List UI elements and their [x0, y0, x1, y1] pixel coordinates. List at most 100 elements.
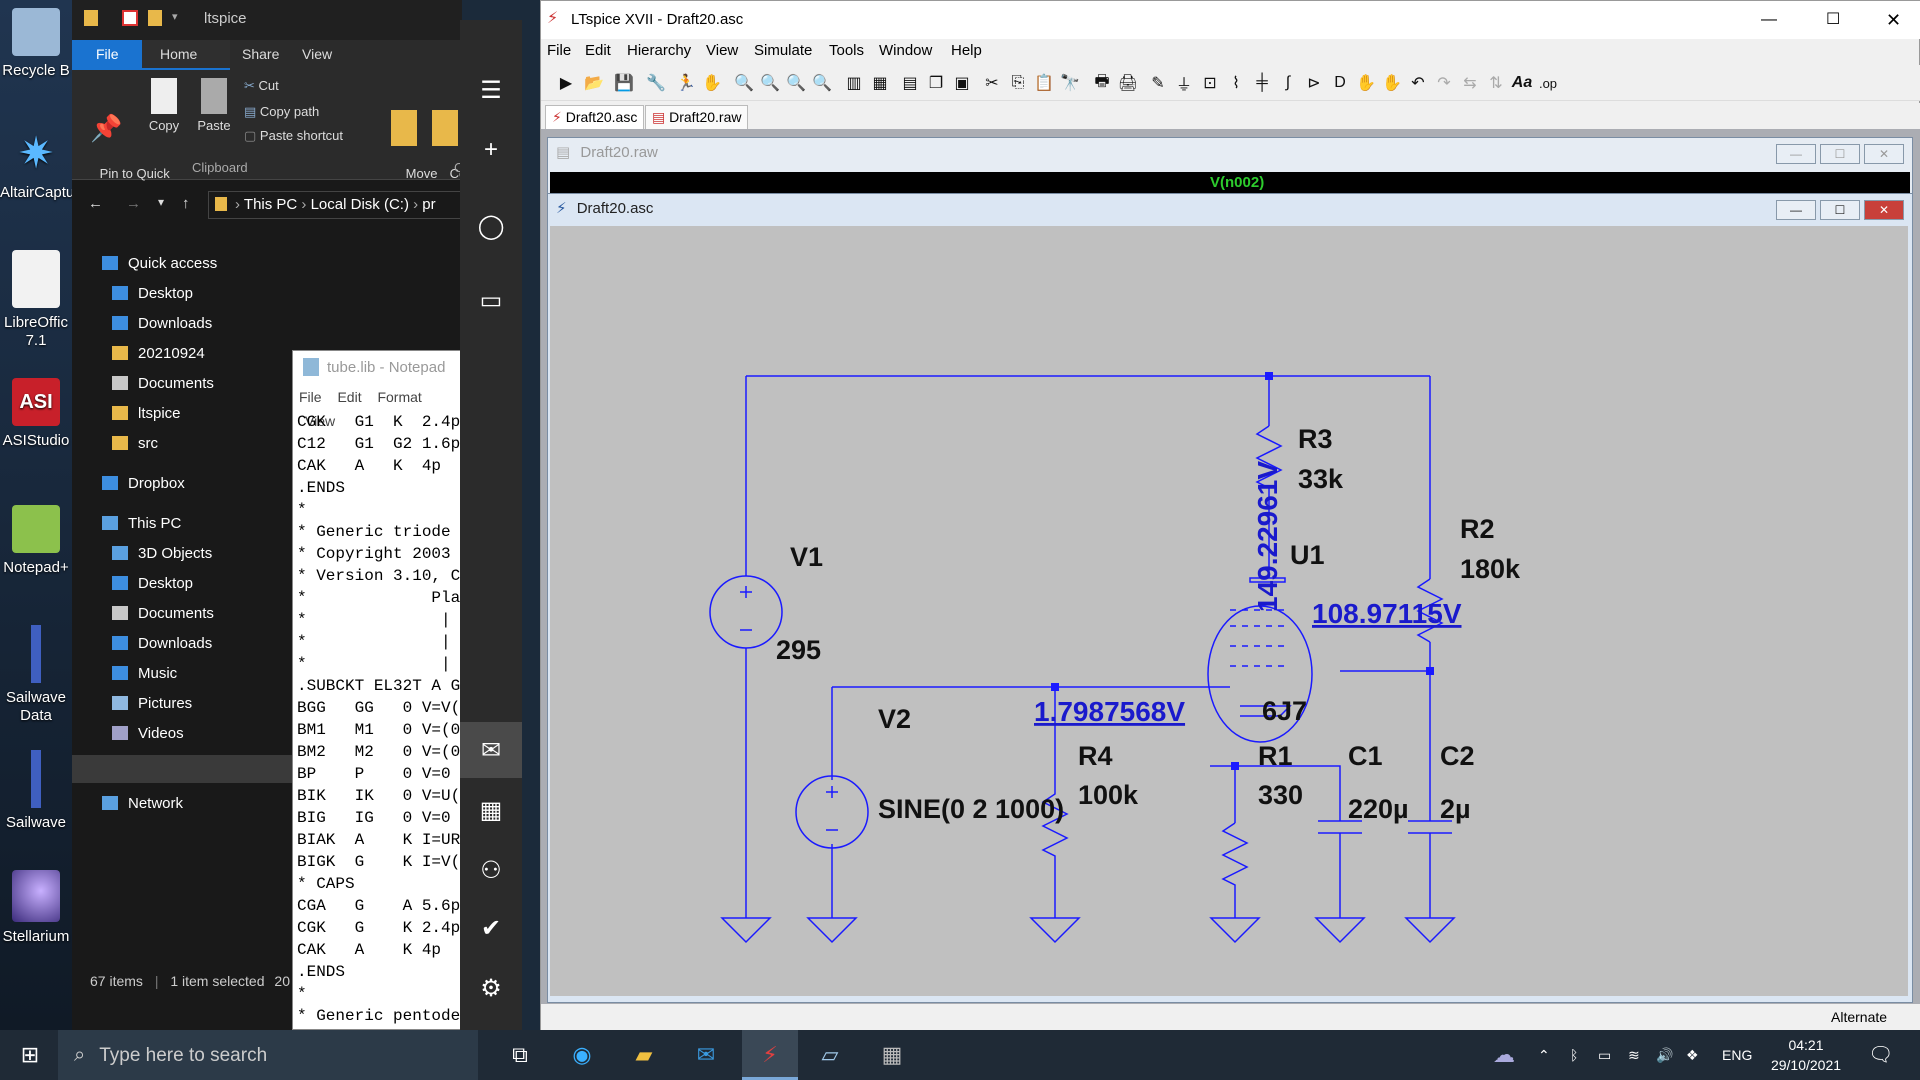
nav-item-downloads[interactable]: Downloads: [112, 310, 212, 338]
tab-share[interactable]: Share: [242, 46, 279, 62]
voltage-screen[interactable]: 108.97115V: [1312, 598, 1462, 629]
desktop-icon-notepad-plus[interactable]: Notepad+: [0, 505, 72, 577]
mail-icon[interactable]: ✉: [686, 1036, 726, 1074]
c1-value[interactable]: 220µ: [1348, 794, 1409, 824]
c1-name[interactable]: C1: [1348, 741, 1383, 771]
hamburger-menu-icon[interactable]: ☰: [460, 62, 522, 118]
menu-tools[interactable]: Tools: [829, 39, 864, 63]
zoom-in-icon[interactable]: 🔍: [731, 70, 757, 96]
find-icon[interactable]: 🔭: [1057, 70, 1083, 96]
desktop-icon-sailwave[interactable]: Sailwave: [0, 750, 72, 832]
desktop-icon-sailwave-data[interactable]: Sailwave Data: [0, 625, 72, 725]
minimize-icon[interactable]: —: [1761, 1, 1777, 39]
nav-item-src[interactable]: src: [112, 430, 158, 458]
menu-file[interactable]: File: [547, 39, 571, 63]
todo-check-icon[interactable]: ✔: [460, 900, 522, 956]
edge-browser-icon[interactable]: ◉: [562, 1036, 602, 1074]
cut-icon[interactable]: ✂: [979, 70, 1005, 96]
r4-value[interactable]: 100k: [1078, 780, 1139, 810]
v1-value[interactable]: 295: [776, 635, 821, 665]
r3-value[interactable]: 33k: [1298, 464, 1344, 494]
ground-icon[interactable]: ⏚: [1171, 70, 1197, 96]
redo-icon[interactable]: ↷: [1431, 70, 1457, 96]
menu-hierarchy[interactable]: Hierarchy: [627, 39, 691, 63]
autorange-icon[interactable]: ▥: [841, 70, 867, 96]
up-arrow-icon[interactable]: ↑: [182, 195, 190, 212]
desktop-icon-asistudio[interactable]: ASI ASIStudio: [0, 378, 72, 450]
clock[interactable]: 04:21 29/10/2021: [1766, 1030, 1846, 1080]
run-icon[interactable]: ▶: [553, 70, 579, 96]
r2-value[interactable]: 180k: [1460, 554, 1521, 584]
recent-locations-chevron-icon[interactable]: ▾: [158, 195, 164, 209]
breadcrumb-local-disk[interactable]: Local Disk (C:): [311, 196, 409, 213]
nav-item-dropbox[interactable]: Dropbox: [102, 470, 185, 498]
u1-value[interactable]: 6J7: [1262, 696, 1307, 726]
nav-item-3d-objects[interactable]: 3D Objects: [112, 540, 212, 568]
open-icon[interactable]: 📂: [581, 70, 607, 96]
notepad-icon[interactable]: ▱: [810, 1036, 850, 1074]
capacitor-icon[interactable]: ╪: [1249, 70, 1275, 96]
minimize-icon[interactable]: —: [1776, 144, 1816, 164]
close-icon[interactable]: ✕: [1886, 1, 1901, 39]
nav-item-pictures[interactable]: Pictures: [112, 690, 192, 718]
properties-icon[interactable]: [122, 10, 138, 26]
move-hand-icon[interactable]: ✋: [1353, 70, 1379, 96]
halt-icon[interactable]: 🏃: [673, 70, 699, 96]
schematic-canvas[interactable]: V1 295 V2 SINE(0 2 1000) R3 33k R2 180k …: [550, 226, 1908, 996]
nav-item-quick-access[interactable]: Quick access: [102, 250, 217, 278]
pan-hand-icon[interactable]: ✋: [699, 70, 725, 96]
notepad-menu-format[interactable]: Format: [377, 389, 421, 405]
minimize-icon[interactable]: —: [1776, 200, 1816, 220]
control-panel-icon[interactable]: 🔧: [643, 70, 669, 96]
nav-item-this-pc[interactable]: This PC: [102, 510, 181, 538]
copy-icon[interactable]: ⎘: [1005, 70, 1031, 96]
paste-button[interactable]: Paste: [192, 78, 236, 134]
nav-item-network[interactable]: Network: [102, 790, 183, 818]
desktop-icon-altair[interactable]: ✷ AltairCaptu: [0, 130, 74, 202]
nav-item-music[interactable]: Music: [112, 660, 177, 688]
text-aa-icon[interactable]: Aa: [1509, 70, 1535, 96]
r1-value[interactable]: 330: [1258, 780, 1303, 810]
weather-icon[interactable]: ☁: [1484, 1036, 1524, 1074]
maximize-icon[interactable]: ☐: [1820, 144, 1860, 164]
nav-item-documents[interactable]: Documents: [112, 370, 214, 398]
c2-value[interactable]: 2µ: [1440, 794, 1471, 824]
calendar-icon[interactable]: ▦: [460, 782, 522, 838]
mirror-icon[interactable]: ⇅: [1483, 70, 1509, 96]
breadcrumb-this-pc[interactable]: This PC: [244, 196, 297, 213]
notification-center-icon[interactable]: 🗨: [1868, 1030, 1893, 1080]
copy-path-button[interactable]: ▤ Copy path: [244, 104, 319, 120]
nav-item-ltspice[interactable]: ltspice: [112, 400, 181, 428]
nav-item-desktop[interactable]: Desktop: [112, 570, 193, 598]
menu-simulate[interactable]: Simulate: [754, 39, 812, 63]
print-icon[interactable]: 🖨: [1115, 70, 1141, 96]
inductor-icon[interactable]: ∫: [1275, 70, 1301, 96]
tab-draft20-raw[interactable]: ▤ Draft20.raw: [645, 105, 749, 129]
drag-hand-icon[interactable]: ✋: [1379, 70, 1405, 96]
cut-button[interactable]: ✂ Cut: [244, 78, 279, 94]
tab-draft20-asc[interactable]: ⚡ Draft20.asc: [545, 105, 645, 129]
r1-name[interactable]: R1: [1258, 741, 1293, 771]
r3-name[interactable]: R3: [1298, 424, 1333, 454]
cascade-icon[interactable]: ❐: [923, 70, 949, 96]
nav-item-downloads[interactable]: Downloads: [112, 630, 212, 658]
diode-icon[interactable]: ⊳: [1301, 70, 1327, 96]
v2-value[interactable]: SINE(0 2 1000): [878, 794, 1064, 824]
address-bar[interactable]: › This PC › Local Disk (C:) › pr: [208, 191, 462, 219]
c2-name[interactable]: C2: [1440, 741, 1475, 771]
save-icon[interactable]: 💾: [611, 70, 637, 96]
calculator-icon[interactable]: ▦: [872, 1036, 912, 1074]
task-view-icon[interactable]: ⧉: [500, 1036, 540, 1074]
r2-name[interactable]: R2: [1460, 514, 1495, 544]
desktop-icon-recycle-bin[interactable]: Recycle B: [0, 8, 72, 80]
ltspice-icon[interactable]: ⚡: [750, 1036, 790, 1074]
u1-name[interactable]: U1: [1290, 540, 1325, 570]
tile-horizontal-icon[interactable]: ▤: [897, 70, 923, 96]
mail-envelope-icon[interactable]: ✉: [460, 722, 522, 778]
quick-access-toolbar-dropdown-icon[interactable]: ▾: [172, 10, 178, 23]
notepad-menu-edit[interactable]: Edit: [337, 389, 361, 405]
tile-vertical-icon[interactable]: ▣: [949, 70, 975, 96]
menu-window[interactable]: Window: [879, 39, 932, 63]
nav-item-videos[interactable]: Videos: [112, 720, 184, 748]
print-setup-icon[interactable]: 🖶: [1089, 70, 1115, 96]
